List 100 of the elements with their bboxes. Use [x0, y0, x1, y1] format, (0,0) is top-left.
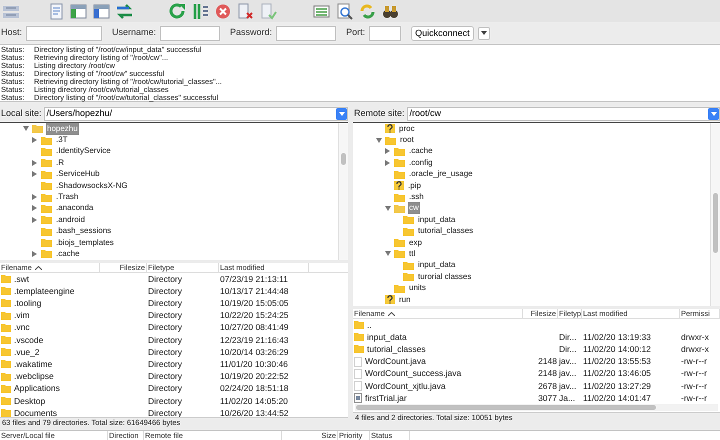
folder-icon — [403, 260, 414, 270]
folder-icon — [41, 249, 52, 258]
collapsed-arrow-icon[interactable] — [32, 171, 37, 178]
tree-item[interactable]: .bash_sessions — [55, 225, 112, 238]
folder-icon — [41, 204, 52, 213]
collapsed-arrow-icon[interactable] — [32, 216, 37, 223]
collapsed-arrow-icon[interactable] — [385, 160, 390, 166]
tree-item[interactable]: .R — [55, 156, 65, 169]
tree-item[interactable]: exp — [408, 236, 423, 249]
document-icon[interactable] — [48, 2, 64, 20]
table-cell: 10/13/17 21:44:48 — [220, 284, 289, 298]
tree-item[interactable]: .pip — [407, 180, 422, 192]
folder-icon — [385, 136, 396, 145]
table-cell: 11/02/20 13:55:53 — [583, 355, 651, 368]
table-cell: .vscode — [14, 334, 44, 346]
list-view-icon[interactable] — [313, 2, 330, 20]
tree-item[interactable]: .config — [408, 156, 434, 169]
folder-icon — [394, 204, 405, 213]
tree-item[interactable]: ttl — [408, 248, 416, 260]
scrollbar[interactable] — [710, 123, 720, 306]
expanded-arrow-icon[interactable] — [376, 138, 382, 143]
transfer-arrows-icon[interactable] — [116, 2, 133, 20]
tree-item[interactable]: .oracle_jre_usage — [408, 168, 474, 180]
tree-item[interactable]: proc — [398, 123, 416, 135]
search-icon[interactable] — [336, 2, 353, 20]
tree-item[interactable]: tutorial_classes — [417, 225, 474, 238]
table-cell: .vnc — [14, 321, 30, 334]
tree-item[interactable]: run — [398, 294, 412, 306]
table-cell: .templateengine — [14, 284, 74, 298]
tree-item[interactable]: units — [408, 282, 427, 294]
tree-item[interactable]: .ServiceHub — [55, 168, 101, 180]
tree-item[interactable]: .IdentityService — [55, 145, 112, 158]
tree-item[interactable]: input_data — [417, 214, 456, 226]
expanded-arrow-icon[interactable] — [384, 206, 390, 211]
table-cell: 10/27/20 08:41:49 — [220, 321, 289, 334]
table-cell: -rw-r--r — [681, 392, 707, 404]
horizontal-scrollbar[interactable] — [355, 404, 718, 411]
folder-icon — [403, 226, 414, 236]
table-cell: Dir... — [559, 330, 576, 344]
table-cell: Directory — [148, 334, 182, 346]
cancel-icon[interactable] — [215, 2, 231, 20]
table-cell: Applications — [14, 382, 60, 396]
tree-item[interactable]: turorial classes — [417, 270, 472, 283]
dropdown-button[interactable] — [478, 26, 490, 40]
table-cell: 10/22/20 15:24:25 — [220, 309, 289, 322]
table-cell: Directory — [148, 321, 182, 334]
tree-item[interactable]: .cache — [408, 145, 434, 158]
filter-icon[interactable] — [192, 2, 209, 20]
folder-icon — [41, 192, 52, 202]
table-cell: 10/26/20 13:44:52 — [220, 406, 289, 417]
folder-icon — [41, 181, 52, 190]
sync-icon[interactable] — [359, 2, 376, 20]
quickconnect-button[interactable]: Quickconnect — [411, 26, 474, 40]
scrollbar[interactable] — [338, 123, 348, 260]
tree-item[interactable]: .Trash — [55, 191, 80, 204]
collapsed-arrow-icon[interactable] — [32, 160, 37, 166]
path-field[interactable]: /Users/hopezhu/ — [44, 106, 348, 120]
tree-item[interactable]: .ssh — [408, 191, 425, 204]
tree-item[interactable]: .ShadowsocksX-NG — [55, 180, 129, 192]
unknown-file-icon — [385, 124, 395, 134]
window-panel-icon[interactable] — [70, 2, 87, 20]
expanded-arrow-icon[interactable] — [22, 126, 28, 132]
collapsed-arrow-icon[interactable] — [32, 137, 37, 144]
tree-item[interactable]: .android — [55, 214, 86, 226]
window-panel-icon[interactable] — [93, 2, 110, 20]
table-cell: firstTrial.jar — [365, 392, 407, 404]
tree-item[interactable]: .cache — [55, 248, 81, 260]
table-cell: 10/19/20 15:05:05 — [220, 297, 289, 310]
tree-item[interactable]: input_data — [417, 259, 456, 272]
folder-icon — [32, 124, 43, 134]
table-cell: 2148 — [538, 355, 557, 368]
folder-icon — [41, 215, 52, 224]
expanded-arrow-icon[interactable] — [384, 251, 390, 256]
tree-item[interactable]: root — [399, 134, 415, 146]
collapsed-arrow-icon[interactable] — [385, 148, 390, 154]
collapsed-arrow-icon[interactable] — [32, 194, 37, 200]
collapsed-arrow-icon[interactable] — [32, 205, 37, 212]
table-cell: 2148 — [538, 367, 557, 380]
folder-icon — [41, 170, 52, 179]
input-field[interactable] — [276, 26, 336, 40]
tree-item[interactable]: .biojs_templates — [55, 236, 115, 249]
tree-item[interactable]: .anaconda — [55, 202, 94, 214]
path-field[interactable]: /root/cw — [406, 106, 720, 120]
table-cell: 10/20/14 03:26:29 — [220, 346, 289, 359]
table-cell: 11/02/20 13:46:05 — [583, 367, 651, 380]
table-cell: 2678 — [538, 380, 557, 392]
folder-icon — [394, 170, 405, 179]
table-cell: WordCount_success.java — [365, 367, 462, 380]
table-cell: -rw-r--r — [681, 380, 707, 392]
collapsed-arrow-icon[interactable] — [32, 250, 37, 257]
table-cell: 11/02/20 14:05:20 — [220, 394, 288, 408]
refresh-icon[interactable] — [169, 2, 186, 20]
input-field[interactable] — [160, 26, 220, 40]
tree-item[interactable]: .3T — [55, 134, 69, 146]
table-cell: WordCount.java — [365, 355, 426, 368]
sort-ascending-icon — [388, 312, 395, 316]
input-field[interactable] — [26, 26, 102, 40]
input-field[interactable] — [369, 26, 402, 40]
disconnect-icon[interactable] — [237, 2, 254, 20]
table-cell: jav... — [559, 367, 576, 380]
